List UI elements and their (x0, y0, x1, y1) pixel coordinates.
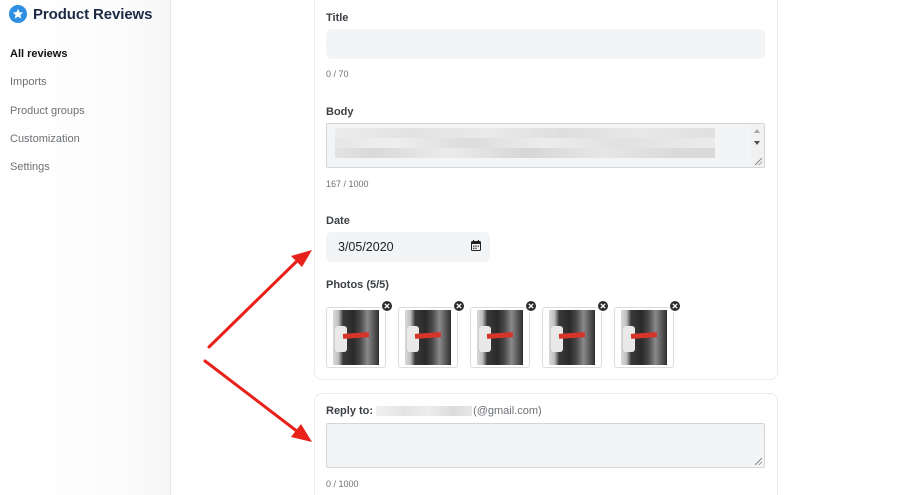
scroll-down-icon[interactable] (754, 141, 760, 145)
sidebar-item-settings[interactable]: Settings (10, 161, 50, 173)
body-textarea[interactable] (326, 123, 765, 168)
photo-image (621, 310, 667, 365)
body-scrollbar[interactable] (751, 124, 764, 167)
photo-image (549, 310, 595, 365)
date-label: Date (326, 215, 350, 227)
remove-photo-icon[interactable] (597, 300, 609, 312)
redacted-email (376, 406, 473, 416)
reply-email-suffix: (@gmail.com) (473, 405, 542, 417)
arrow-to-reply (203, 359, 312, 442)
remove-photo-icon[interactable] (525, 300, 537, 312)
sidebar-item-customization[interactable]: Customization (10, 133, 80, 145)
remove-photo-icon[interactable] (453, 300, 465, 312)
resize-grip-icon[interactable] (755, 458, 762, 465)
title-label: Title (326, 12, 349, 24)
photo-thumbnail[interactable] (614, 300, 681, 368)
photo-image (333, 310, 379, 365)
body-counter: 167 / 1000 (326, 179, 369, 189)
reply-textarea[interactable] (326, 423, 765, 468)
sidebar-item-all-reviews[interactable]: All reviews (10, 48, 67, 60)
photo-image (477, 310, 523, 365)
sidebar: Product Reviews All reviews Imports Prod… (0, 0, 171, 495)
body-label: Body (326, 106, 354, 118)
sidebar-item-product-groups[interactable]: Product groups (10, 105, 85, 117)
scroll-up-icon[interactable] (754, 129, 760, 133)
photo-thumbnail[interactable] (326, 300, 393, 368)
remove-photo-icon[interactable] (669, 300, 681, 312)
photo-thumbnail[interactable] (398, 300, 465, 368)
arrow-to-date (207, 250, 312, 349)
photo-thumbnail[interactable] (470, 300, 537, 368)
star-icon (9, 5, 27, 23)
sidebar-item-imports[interactable]: Imports (10, 76, 47, 88)
reply-counter: 0 / 1000 (326, 479, 359, 489)
remove-photo-icon[interactable] (381, 300, 393, 312)
date-value: 3/05/2020 (338, 240, 394, 254)
calendar-icon[interactable] (471, 240, 481, 251)
date-input[interactable]: 3/05/2020 (326, 232, 490, 262)
photo-image (405, 310, 451, 365)
photos-label: Photos (5/5) (326, 279, 389, 291)
reply-label: Reply to: (@gmail.com) (326, 405, 542, 417)
resize-grip-icon[interactable] (755, 158, 762, 165)
photo-thumbnail[interactable] (542, 300, 609, 368)
title-input[interactable] (326, 29, 765, 59)
app-title: Product Reviews (33, 5, 153, 23)
reply-to-text: Reply to: (326, 405, 374, 417)
brand: Product Reviews (9, 4, 152, 24)
title-counter: 0 / 70 (326, 69, 349, 79)
